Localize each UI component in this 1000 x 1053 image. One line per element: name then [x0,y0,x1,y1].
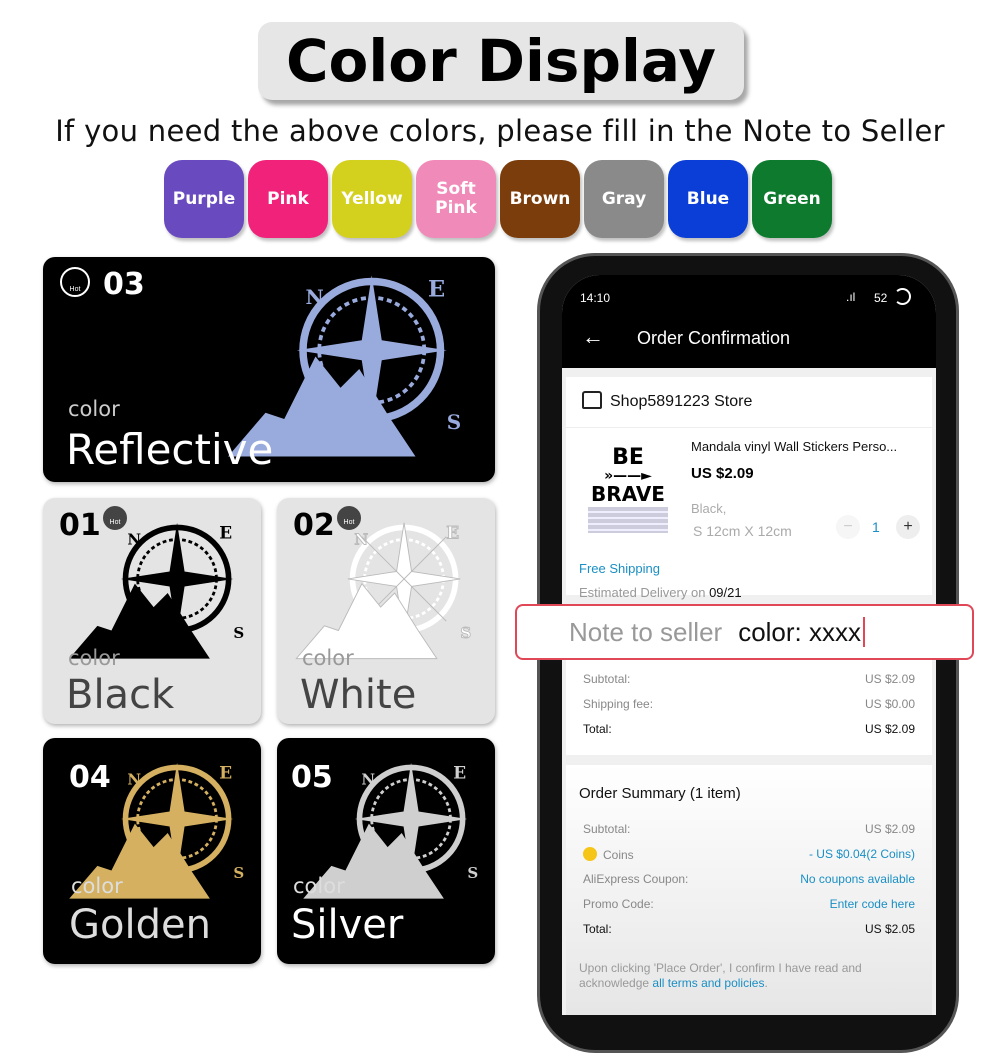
app-header: 14:10 .ıl 52 ← Order Confirmation [562,275,936,368]
color-name: Golden [69,902,211,948]
row-value: US $2.09 [864,672,915,686]
battery-level: 52 [874,291,888,305]
swatch-gray: Gray [584,160,664,238]
color-name: White [300,672,417,718]
row-value: US $2.09 [864,822,915,836]
note-label: Note to seller [569,616,723,647]
color-label: color [68,397,120,421]
note-value[interactable]: color: xxxx [738,617,861,648]
arrow-icon: »——► [604,468,652,484]
page-title: Color Display [258,22,744,100]
swatch-brown: Brown [500,160,580,238]
delivery-label: Estimated Delivery on [579,585,710,600]
row-label: Promo Code: [583,897,654,911]
coin-icon [583,847,597,861]
summary-row: Subtotal: US $2.09 [583,672,915,686]
product-thumbnail[interactable]: BE »——► BRAVE [588,445,668,537]
summary-row: Total: US $2.09 [583,722,915,736]
divider [566,427,932,428]
terms-link[interactable]: all terms and policies [652,976,764,990]
swatch-yellow: Yellow [332,160,412,238]
store-icon [582,391,602,409]
card-silver: 05 color Silver [277,738,495,964]
summary-row: Coins - US $0.04(2 Coins) [583,847,915,862]
card-black: 01 Hot color Black [43,498,261,724]
hot-icon: Hot [60,267,90,297]
row-value[interactable]: Enter code here [830,897,915,911]
note-to-seller-field[interactable]: Note to seller color: xxxx [515,604,974,660]
color-name: Reflective [66,425,274,474]
summary-section: Order Summary (1 item) Subtotal: US $2.09… [566,765,932,1015]
row-value: US $2.09 [864,722,915,736]
order-section: Shop5891223 Store BE »——► BRAVE Mandala … [566,377,932,600]
product-price: US $2.09 [691,465,754,482]
row-label: Subtotal: [583,822,631,836]
qty-minus-button[interactable]: − [836,515,860,539]
terms-end: . [764,976,768,990]
row-value: US $0.00 [864,697,915,711]
swatch-purple: Purple [164,160,244,238]
row-label: Subtotal: [583,672,631,686]
qty-value[interactable]: 1 [872,519,880,535]
coins-label: Coins [583,847,634,862]
delivery-date: 09/21 [709,585,742,600]
variant-color: Black, [691,501,727,516]
thumb-text: BRAVE [591,482,665,506]
terms-text: Upon clicking 'Place Order', I confirm I… [579,961,918,991]
summary-row: Shipping fee: US $0.00 [583,697,915,711]
qty-plus-button[interactable]: + [896,515,920,539]
product-title[interactable]: Mandala vinyl Wall Stickers Perso... [691,439,897,454]
card-reflective: Hot 03 color Reflective [43,257,495,482]
swatch-soft-pink: Soft Pink [416,160,496,238]
back-arrow-icon[interactable]: ← [582,324,604,350]
row-label: Shipping fee: [583,697,654,711]
color-name: Black [66,672,175,718]
totals-section: Subtotal: US $2.09 Shipping fee: US $0.00 To… [566,660,932,755]
color-name: Silver [291,902,404,948]
summary-row: AliExpress Coupon: No coupons available [583,872,915,886]
color-label: color [71,874,123,898]
card-golden: 04 color Golden [43,738,261,964]
loading-icon [894,288,911,305]
text-cursor [863,617,865,647]
store-name[interactable]: Shop5891223 Store [610,393,752,411]
row-label: Total: [583,722,612,736]
subtitle: If you need the above colors, please fil… [55,114,945,148]
row-label: Coins [603,848,634,862]
size-table [588,507,668,533]
color-label: color [68,646,120,670]
summary-row: Subtotal: US $2.09 [583,822,915,836]
swatch-pink: Pink [248,160,328,238]
color-label: color [302,646,354,670]
row-value[interactable]: No coupons available [800,872,915,886]
row-label: Total: [583,922,612,936]
swatch-blue: Blue [668,160,748,238]
card-white: 02 Hot color White [277,498,495,724]
row-label: AliExpress Coupon: [583,872,689,886]
summary-title: Order Summary (1 item) [579,785,741,802]
row-value[interactable]: - US $0.04(2 Coins) [809,847,915,862]
swatch-green: Green [752,160,832,238]
card-number: 03 [103,267,145,302]
summary-row: Total: US $2.05 [583,922,915,936]
free-shipping: Free Shipping [579,561,660,576]
signal-icon: .ıl [846,290,856,304]
status-time: 14:10 [580,291,611,305]
variant-size: S 12cm X 12cm [693,523,792,539]
summary-row: Promo Code: Enter code here [583,897,915,911]
delivery-estimate: Estimated Delivery on 09/21 [579,585,742,600]
header-title: Order Confirmation [637,328,791,348]
color-label: color [293,874,345,898]
row-value: US $2.05 [864,922,915,936]
